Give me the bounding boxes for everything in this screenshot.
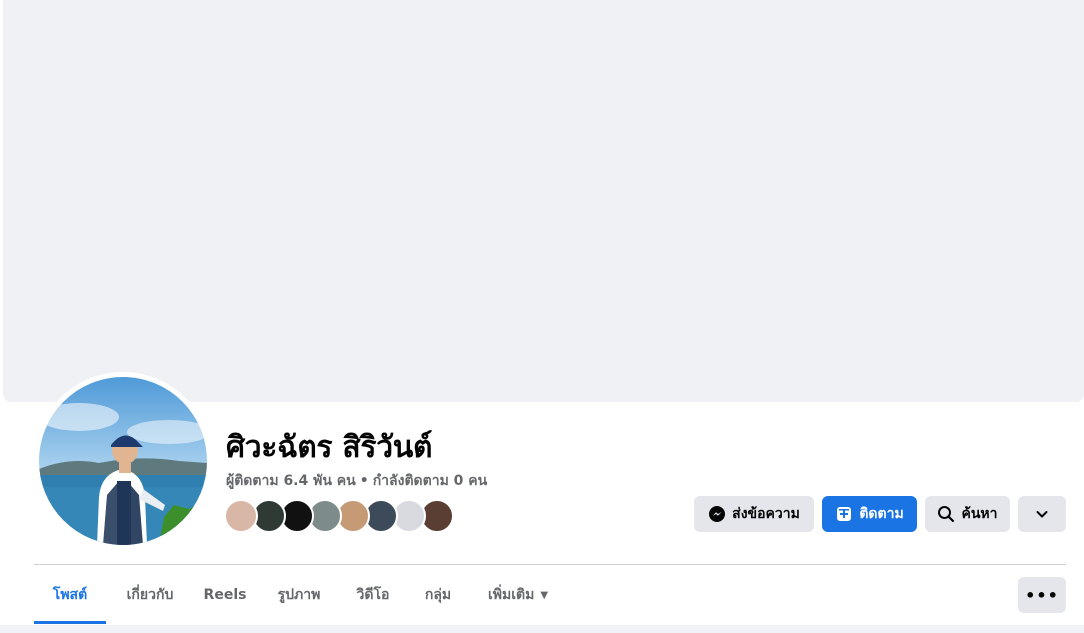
tab-label: กลุ่ม (424, 587, 452, 603)
chevron-down-icon (1033, 505, 1051, 523)
search-button[interactable]: ค้นหา (925, 496, 1010, 532)
more-options-button[interactable]: ••• (1018, 577, 1066, 613)
tab-label: Reels (203, 587, 247, 603)
profile-avatar[interactable] (39, 377, 207, 545)
tab-groups[interactable]: กลุ่ม (412, 566, 464, 624)
tab-label: โพสต์ (52, 587, 88, 603)
follow-stats: ผู้ติดตาม 6.4 พัน คน • กำลังติดตาม 0 คน (226, 470, 487, 492)
profile-name: ศิวะฉัตร สิริวันต์ (226, 430, 433, 465)
messenger-icon (708, 505, 726, 523)
search-label: ค้นหา (961, 506, 998, 522)
tab-photos[interactable]: รูปภาพ (264, 566, 334, 624)
message-button[interactable]: ส่งข้อความ (694, 496, 814, 532)
follower-avatar[interactable] (224, 499, 258, 533)
tab-label: รูปภาพ (277, 587, 321, 603)
avatar-photo (39, 377, 207, 545)
header-divider (34, 564, 1066, 565)
tab-more[interactable]: เพิ่มเติม ▼ (474, 566, 562, 624)
page-bottom-band (0, 625, 1084, 633)
tab-label: เกี่ยวกับ (126, 587, 174, 603)
follow-plus-icon (835, 505, 853, 523)
tab-reels[interactable]: Reels (196, 566, 254, 624)
message-label: ส่งข้อความ (732, 506, 800, 522)
profile-page: ศิวะฉัตร สิริวันต์ ผู้ติดตาม 6.4 พัน คน •… (0, 0, 1084, 633)
more-dots-icon: ••• (1025, 585, 1059, 605)
following-link[interactable]: กำลังติดตาม 0 คน (373, 473, 488, 489)
caret-down-icon: ▼ (540, 589, 549, 601)
tab-label: เพิ่มเติม (487, 587, 535, 603)
cover-photo[interactable] (3, 0, 1084, 402)
tab-videos[interactable]: วิดีโอ (344, 566, 402, 624)
search-icon (937, 505, 955, 523)
follower-avatars[interactable] (224, 499, 464, 533)
tab-label: วิดีโอ (356, 587, 390, 603)
followers-link[interactable]: ผู้ติดตาม 6.4 พัน คน (226, 473, 356, 489)
tab-posts[interactable]: โพสต์ (34, 566, 106, 624)
expand-button[interactable] (1018, 496, 1066, 532)
stats-separator: • (359, 473, 369, 489)
follow-label: ติดตาม (859, 506, 904, 522)
active-tab-indicator (34, 621, 106, 624)
follow-button[interactable]: ติดตาม (822, 496, 917, 532)
tab-about[interactable]: เกี่ยวกับ (112, 566, 188, 624)
